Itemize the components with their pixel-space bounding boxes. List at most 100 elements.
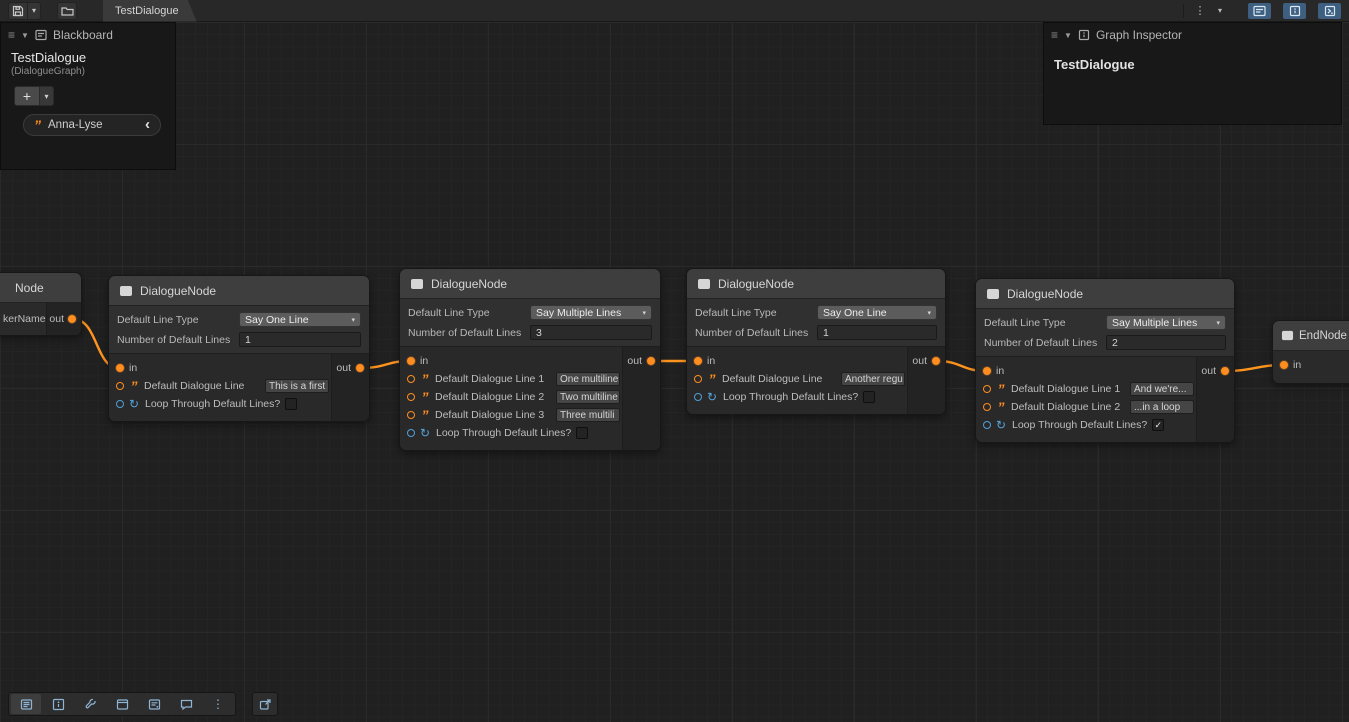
bool-port[interactable] — [694, 393, 702, 401]
node-title-bar[interactable]: DialogueNode — [687, 269, 945, 299]
dialogue-line-field[interactable]: ...in a loop — [1130, 400, 1194, 414]
dialogue-line-field[interactable]: This is a first — [265, 379, 329, 393]
exec-in-port[interactable] — [694, 357, 702, 365]
open-asset-button[interactable] — [57, 2, 77, 20]
dropdown-arrow-icon: ▾ — [1216, 319, 1220, 327]
overlay-handle-icon[interactable]: ≡ — [1051, 28, 1058, 42]
string-port[interactable] — [407, 411, 415, 419]
dialogue-node-icon — [697, 277, 711, 291]
exec-out-port[interactable] — [1221, 367, 1229, 375]
console-panel-button[interactable] — [11, 694, 41, 714]
inspector-toggle-button[interactable] — [1283, 3, 1306, 19]
port-label: out — [627, 355, 642, 367]
overlay-menu-button[interactable]: ⋮ — [1190, 2, 1210, 20]
port-label: out — [1201, 365, 1216, 377]
string-port[interactable] — [694, 375, 702, 383]
overlay-options-button[interactable]: ⋮ — [203, 694, 233, 714]
dialogue-line-field[interactable]: Two multiline — [556, 390, 620, 404]
exec-out-port[interactable] — [932, 357, 940, 365]
line-type-dropdown[interactable]: Say One Line ▾ — [239, 312, 361, 327]
loop-icon: ↻ — [129, 399, 140, 409]
blackboard-toggle-button[interactable] — [1248, 3, 1271, 19]
add-variable-dropdown[interactable]: ▾ — [40, 86, 54, 106]
num-lines-field[interactable]: 1 — [239, 332, 361, 347]
save-dropdown-button[interactable]: ▾ — [28, 2, 41, 20]
line-type-dropdown[interactable]: Say Multiple Lines ▾ — [530, 305, 652, 320]
add-variable-button[interactable]: + — [14, 86, 40, 106]
window-panel-button[interactable] — [107, 694, 137, 714]
dialogue-node-4[interactable]: DialogueNode Default Line Type Say Multi… — [975, 278, 1235, 443]
port-label: Default Dialogue Line — [144, 380, 244, 392]
string-port[interactable] — [116, 382, 124, 390]
exec-out-port[interactable] — [647, 357, 655, 365]
start-node[interactable]: Node kerName out — [0, 272, 82, 336]
dialogue-node-3[interactable]: DialogueNode Default Line Type Say One L… — [686, 268, 946, 415]
dialogue-node-1[interactable]: DialogueNode Default Line Type Say One L… — [108, 275, 370, 422]
graph-tab-label: TestDialogue — [115, 5, 179, 17]
loop-checkbox[interactable] — [576, 427, 588, 439]
quote-icon: ” — [420, 393, 430, 401]
exec-out-port[interactable] — [68, 315, 76, 323]
blackboard-panel-button[interactable] — [139, 694, 169, 714]
node-title-bar[interactable]: DialogueNode — [400, 269, 660, 299]
popout-overlay-button[interactable] — [252, 692, 278, 716]
quote-icon: ” — [34, 121, 41, 129]
exec-in-port[interactable] — [116, 364, 124, 372]
node-title-label: EndNode — [1299, 330, 1347, 342]
dialogue-line-field[interactable]: One multiline — [556, 372, 620, 386]
node-title-label: DialogueNode — [431, 277, 507, 291]
line-type-label: Default Line Type — [408, 307, 530, 319]
dropdown-arrow-icon: ▾ — [351, 316, 355, 324]
preview-toggle-button[interactable] — [1318, 3, 1341, 19]
blackboard-field-anna-lyse[interactable]: ” Anna-Lyse ‹ — [23, 114, 161, 136]
loop-checkbox[interactable] — [863, 391, 875, 403]
num-lines-field[interactable]: 3 — [530, 325, 652, 340]
blackboard-panel: ≡ ▼ Blackboard TestDialogue (DialogueGra… — [0, 22, 176, 170]
dialogue-node-2[interactable]: DialogueNode Default Line Type Say Multi… — [399, 268, 661, 451]
node-title-bar[interactable]: Node — [0, 273, 81, 303]
tools-button[interactable] — [75, 694, 105, 714]
string-port[interactable] — [983, 385, 991, 393]
port-label: Default Dialogue Line 1 — [435, 373, 544, 385]
string-port[interactable] — [983, 403, 991, 411]
num-lines-value: 2 — [1112, 337, 1118, 349]
dialogue-line-field[interactable]: Three multili — [556, 408, 620, 422]
inspector-panel-button[interactable] — [43, 694, 73, 714]
bool-port[interactable] — [116, 400, 124, 408]
graph-breadcrumb-tab[interactable]: TestDialogue — [103, 0, 197, 22]
num-lines-field[interactable]: 2 — [1106, 335, 1226, 350]
overlay-menu-dropdown[interactable]: ▾ — [1210, 2, 1230, 20]
num-lines-field[interactable]: 1 — [817, 325, 937, 340]
node-title-bar[interactable]: DialogueNode — [976, 279, 1234, 309]
exec-out-port[interactable] — [356, 364, 364, 372]
overlay-handle-icon[interactable]: ≡ — [8, 28, 15, 42]
dialogue-preview-button[interactable] — [171, 694, 201, 714]
dialogue-line-field[interactable]: And we're... — [1130, 382, 1194, 396]
node-title-bar[interactable]: EndNode — [1273, 321, 1349, 351]
collapse-arrow-icon[interactable]: ▼ — [1064, 31, 1072, 40]
port-label: out — [336, 362, 351, 374]
port-label: in — [1293, 359, 1301, 371]
collapse-arrow-icon[interactable]: ▼ — [21, 31, 29, 40]
save-button[interactable] — [8, 2, 28, 20]
loop-checkbox[interactable] — [285, 398, 297, 410]
exec-in-port[interactable] — [407, 357, 415, 365]
end-node[interactable]: EndNode in — [1272, 320, 1349, 384]
string-port[interactable] — [407, 393, 415, 401]
dialogue-line-field[interactable]: Another regu — [841, 372, 905, 386]
port-label: kerName — [3, 313, 46, 325]
loop-icon: ↻ — [707, 392, 718, 402]
line-type-dropdown[interactable]: Say Multiple Lines ▾ — [1106, 315, 1226, 330]
loop-checkbox[interactable]: ✓ — [1152, 419, 1164, 431]
exec-in-port[interactable] — [1280, 361, 1288, 369]
exec-in-port[interactable] — [983, 367, 991, 375]
expand-chevron-icon[interactable]: ‹ — [145, 120, 150, 130]
bool-port[interactable] — [407, 429, 415, 437]
panel-title: Blackboard — [53, 28, 113, 42]
line-type-dropdown[interactable]: Say One Line ▾ — [817, 305, 937, 320]
string-port[interactable] — [407, 375, 415, 383]
bool-port[interactable] — [983, 421, 991, 429]
port-label: Loop Through Default Lines? — [145, 398, 280, 410]
node-title-bar[interactable]: DialogueNode — [109, 276, 369, 306]
quote-icon: ” — [129, 382, 139, 390]
